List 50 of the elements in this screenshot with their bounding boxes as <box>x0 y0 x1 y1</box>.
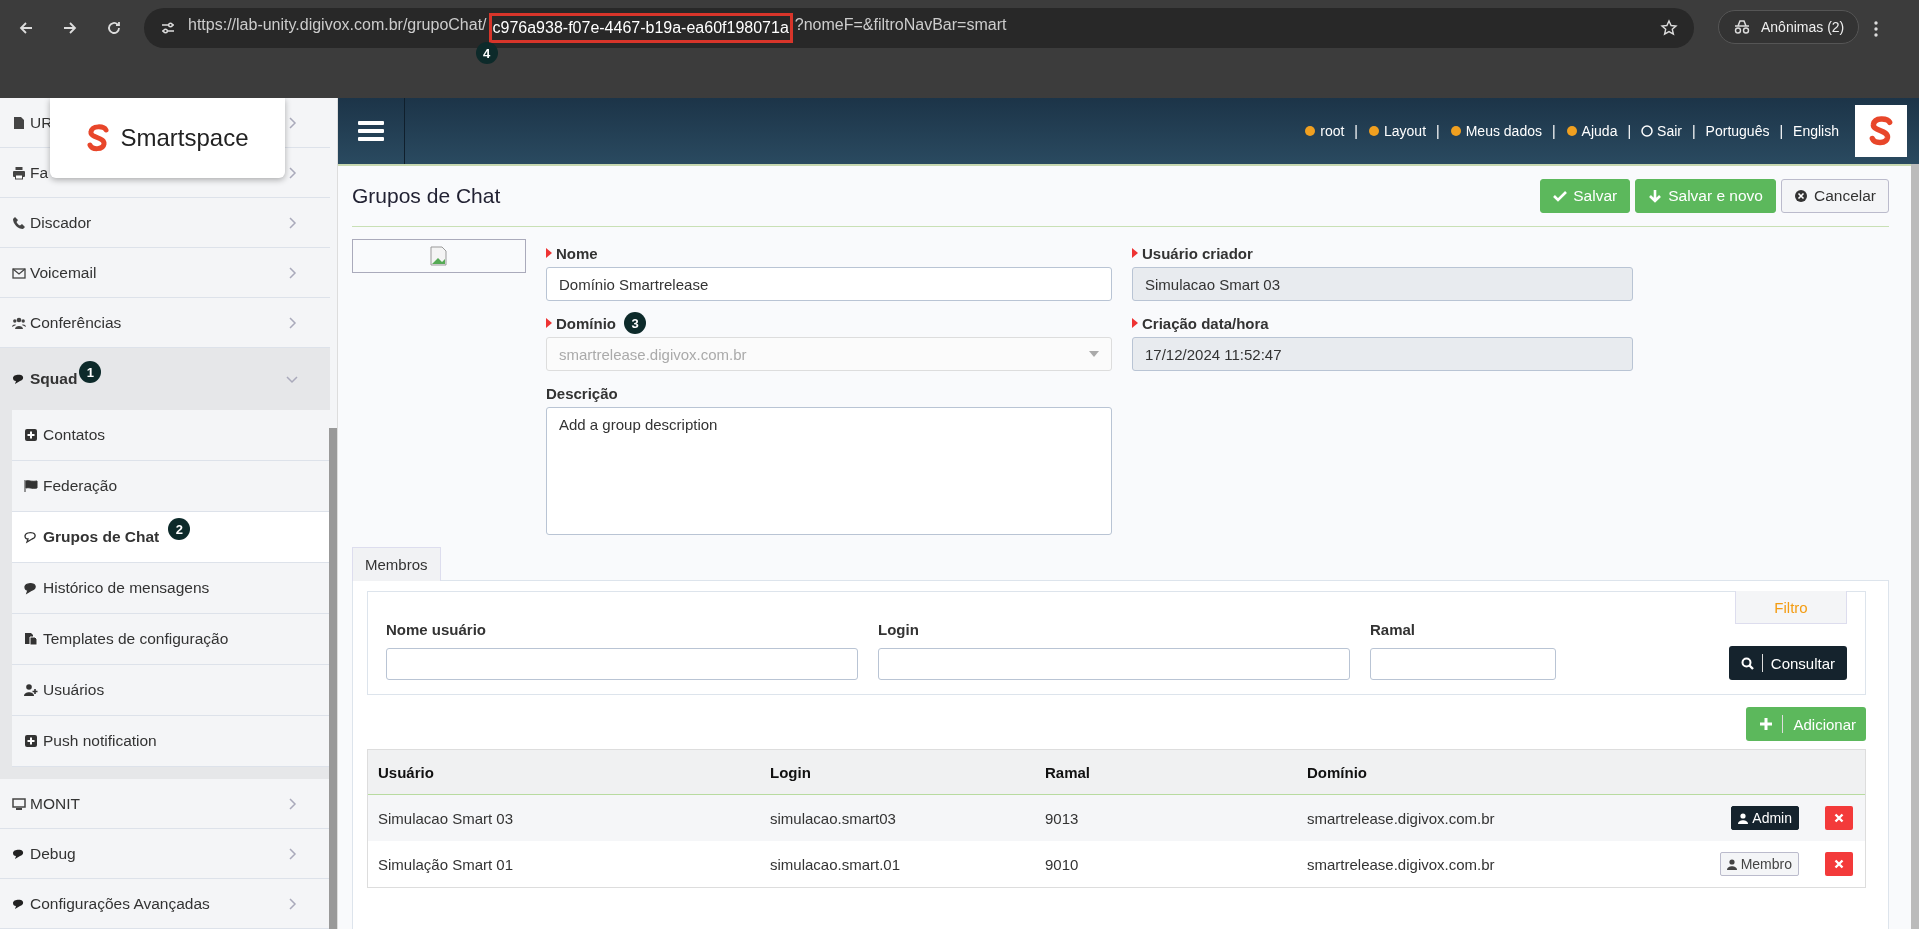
page-title: Grupos de Chat <box>352 184 501 208</box>
table-cell-text: smartrelease.digivox.com.br <box>1306 855 1496 873</box>
table-cell-text: Simulação Smart 01 <box>377 855 515 873</box>
separator: | <box>1627 123 1632 139</box>
filter-label: Login <box>878 621 920 638</box>
sidebar-label: Voicemail <box>30 263 97 282</box>
submenu-label: Templates de configuração <box>43 630 229 648</box>
separator: | <box>1691 123 1696 139</box>
step-marker: 4 <box>475 42 498 64</box>
field-label: Usuário criador <box>1142 244 1253 262</box>
table-cell-text: 9010 <box>1044 855 1080 873</box>
column-header: Ramal <box>1044 763 1092 781</box>
step-marker: 3 <box>624 312 646 334</box>
step-marker: 1 <box>79 361 102 383</box>
sidebar-label: MONIT <box>30 794 80 813</box>
submenu-label: Usuários <box>43 681 105 699</box>
column-header: Domínio <box>1306 763 1368 781</box>
table-cell-text: simulacao.smart.01 <box>769 855 902 873</box>
separator: | <box>1551 123 1556 139</box>
submenu-label: Grupos de Chat <box>43 528 160 546</box>
table-cell-text: Simulacao Smart 03 <box>377 809 515 827</box>
submenu-label: Federação <box>43 477 118 495</box>
column-header: Usuário <box>377 763 435 781</box>
filter-label: Nome usuário <box>386 621 488 638</box>
submenu-label: Push notification <box>43 732 157 750</box>
table-cell-text: smartrelease.digivox.com.br <box>1306 809 1496 827</box>
filter-label: Ramal <box>1370 621 1417 638</box>
field-label: Descrição <box>546 384 618 402</box>
step-marker: 2 <box>168 518 191 540</box>
sidebar-label: Discador <box>30 213 92 232</box>
separator: | <box>1779 123 1784 139</box>
column-header: Login <box>769 763 812 781</box>
separator: | <box>1354 123 1358 139</box>
table-cell-text: simulacao.smart03 <box>769 809 897 827</box>
sidebar-label: Fa <box>30 163 49 182</box>
sidebar-label: Conferências <box>30 313 122 332</box>
readonly-field: 17/12/2024 11:52:47 <box>1132 337 1633 371</box>
sidebar-label: Debug <box>30 844 76 863</box>
url-text: https://lab-unity.digivox.com.br/grupoChat/ <box>188 16 487 35</box>
field-label: Domínio <box>556 314 616 332</box>
submenu-label: Contatos <box>43 426 106 444</box>
separator: | <box>1436 123 1440 139</box>
url-text: ?nomeF=&filtroNavBar=smart <box>794 16 1007 35</box>
field-label: Criação data/hora <box>1142 314 1269 332</box>
submenu-label: Histórico de mensagens <box>43 579 210 597</box>
sidebar-label: Configurações Avançadas <box>30 894 210 913</box>
field-label: Nome <box>556 244 598 262</box>
sidebar-label: Squad <box>30 370 78 388</box>
readonly-field: Simulacao Smart 03 <box>1132 267 1633 301</box>
table-cell-text: 9013 <box>1044 809 1080 827</box>
